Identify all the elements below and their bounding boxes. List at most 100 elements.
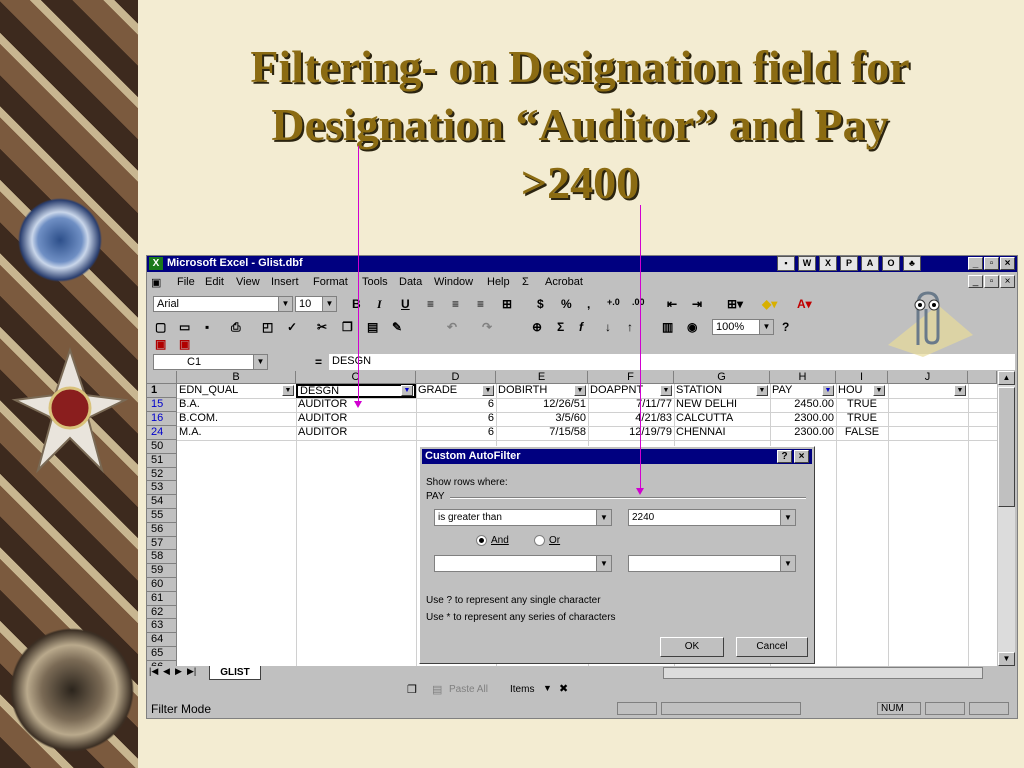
- tab-next-icon[interactable]: ▶: [175, 666, 182, 677]
- office-assistant-icon[interactable]: [878, 285, 978, 357]
- table-cell[interactable]: 3/5/60: [496, 412, 588, 426]
- row-header[interactable]: 54: [147, 495, 177, 509]
- increase-decimal-icon[interactable]: +.0: [607, 297, 620, 307]
- italic-button[interactable]: I: [377, 297, 382, 312]
- clear-clipboard-icon[interactable]: ✖: [559, 682, 568, 695]
- scroll-up-icon[interactable]: ▲: [998, 371, 1015, 385]
- row-header[interactable]: 62: [147, 605, 177, 620]
- function-icon[interactable]: f: [579, 320, 583, 334]
- table-cell[interactable]: AUDITOR: [296, 426, 416, 440]
- column-header-i[interactable]: I: [836, 371, 888, 384]
- align-right-icon[interactable]: ≡: [477, 297, 484, 311]
- select-all-corner[interactable]: [147, 371, 177, 384]
- fill-color-icon[interactable]: ◆▾: [762, 297, 777, 311]
- value1-input[interactable]: 2240 ▼: [628, 509, 796, 526]
- row-header[interactable]: 61: [147, 591, 177, 606]
- column-header-j[interactable]: J: [888, 371, 968, 384]
- menu-format[interactable]: Format: [313, 276, 348, 288]
- table-cell[interactable]: B.COM.: [177, 412, 296, 426]
- table-cell[interactable]: 4/21/83: [588, 412, 674, 426]
- table-cell[interactable]: CALCUTTA: [674, 412, 770, 426]
- font-color-icon[interactable]: A▾: [797, 297, 812, 311]
- row-header[interactable]: 56: [147, 522, 177, 537]
- row-header[interactable]: 51: [147, 453, 177, 468]
- autofilter-arrow-icon[interactable]: ▼: [574, 385, 586, 396]
- menu-insert[interactable]: Insert: [271, 276, 299, 288]
- table-cell[interactable]: B.A.: [177, 398, 296, 412]
- spelling-icon[interactable]: ✓: [287, 320, 297, 334]
- cancel-button[interactable]: Cancel: [736, 637, 808, 657]
- row-header[interactable]: 55: [147, 509, 177, 523]
- redo-icon[interactable]: ↷: [482, 320, 492, 334]
- chevron-down-icon[interactable]: ▼: [780, 556, 795, 571]
- chevron-down-icon[interactable]: ▼: [278, 297, 292, 311]
- minimize-icon[interactable]: _: [968, 257, 983, 270]
- operator2-select[interactable]: ▼: [434, 555, 612, 572]
- copy-icon[interactable]: ❐: [407, 683, 417, 696]
- table-cell[interactable]: 6: [416, 398, 496, 412]
- autofilter-arrow-icon[interactable]: ▼: [954, 385, 966, 396]
- tab-glist[interactable]: GLIST: [209, 666, 261, 680]
- underline-button[interactable]: U: [401, 297, 410, 311]
- map-icon[interactable]: ◉: [687, 320, 697, 334]
- and-radio[interactable]: And: [476, 535, 509, 546]
- dialog-close-icon[interactable]: ×: [794, 450, 809, 463]
- scroll-thumb[interactable]: [998, 387, 1015, 507]
- zoom-select[interactable]: 100% ▼: [712, 319, 774, 335]
- row-header[interactable]: 63: [147, 619, 177, 634]
- menu-help[interactable]: Help: [487, 276, 510, 288]
- table-cell[interactable]: 7/11/77: [588, 398, 674, 412]
- operator1-select[interactable]: is greater than ▼: [434, 509, 612, 526]
- print-preview-icon[interactable]: ◰: [262, 320, 273, 334]
- autofilter-arrow-icon[interactable]: ▼: [401, 385, 413, 396]
- vertical-scrollbar[interactable]: ▲ ▼: [998, 371, 1015, 666]
- workbook-close-icon[interactable]: ×: [1000, 275, 1015, 288]
- tab-last-icon[interactable]: ▶|: [187, 666, 196, 677]
- align-center-icon[interactable]: ≡: [452, 297, 459, 311]
- merge-center-icon[interactable]: ⊞: [502, 297, 512, 311]
- bold-button[interactable]: B: [352, 297, 361, 311]
- row-header[interactable]: 52: [147, 467, 177, 482]
- save-icon[interactable]: ▪: [205, 320, 209, 334]
- align-left-icon[interactable]: ≡: [427, 297, 434, 311]
- powerpoint-shortcut-icon[interactable]: P: [840, 256, 858, 271]
- items-button[interactable]: Items: [510, 684, 534, 695]
- restore-icon[interactable]: ▫: [984, 257, 999, 270]
- chevron-down-icon[interactable]: ▼: [596, 510, 611, 525]
- menu-view[interactable]: View: [236, 276, 260, 288]
- dialog-help-icon[interactable]: ?: [777, 450, 792, 463]
- pdf-convert-icon[interactable]: ▣: [155, 337, 166, 351]
- column-header-b[interactable]: B: [177, 371, 296, 384]
- table-cell[interactable]: 12/19/79: [588, 426, 674, 440]
- menu-sigma[interactable]: Σ: [522, 276, 529, 288]
- row-header[interactable]: 15: [147, 398, 177, 412]
- menu-window[interactable]: Window: [434, 276, 473, 288]
- print-icon[interactable]: ⎙: [231, 320, 241, 335]
- paste-all-icon[interactable]: ▤: [432, 683, 442, 696]
- copy-icon[interactable]: ❐: [342, 320, 353, 334]
- outlook-shortcut-icon[interactable]: O: [882, 256, 900, 271]
- font-size-select[interactable]: 10 ▼: [295, 296, 337, 312]
- row-header[interactable]: 58: [147, 550, 177, 565]
- column-header-f[interactable]: F: [588, 371, 674, 384]
- row-header[interactable]: 24: [147, 426, 177, 440]
- autofilter-arrow-icon[interactable]: ▼: [756, 385, 768, 396]
- row-header[interactable]: 50: [147, 440, 177, 454]
- scroll-down-icon[interactable]: ▼: [998, 652, 1015, 666]
- chevron-down-icon[interactable]: ▼: [543, 683, 552, 693]
- help-icon[interactable]: ?: [782, 320, 789, 334]
- excel-shortcut-icon[interactable]: X: [819, 256, 837, 271]
- undo-icon[interactable]: ↶: [447, 320, 457, 334]
- column-header-h[interactable]: H: [770, 371, 836, 384]
- menu-edit[interactable]: Edit: [205, 276, 224, 288]
- increase-indent-icon[interactable]: ⇥: [692, 297, 702, 311]
- cut-icon[interactable]: ✂: [317, 320, 327, 334]
- office-assistant-shortcut-icon[interactable]: ♣: [903, 256, 921, 271]
- chart-wizard-icon[interactable]: ▥: [662, 320, 673, 334]
- table-cell[interactable]: CHENNAI: [674, 426, 770, 440]
- row-header[interactable]: 59: [147, 564, 177, 578]
- tab-prev-icon[interactable]: ◀: [163, 666, 170, 677]
- or-radio[interactable]: Or: [534, 535, 560, 546]
- decrease-indent-icon[interactable]: ⇤: [667, 297, 677, 311]
- table-cell[interactable]: 6: [416, 412, 496, 426]
